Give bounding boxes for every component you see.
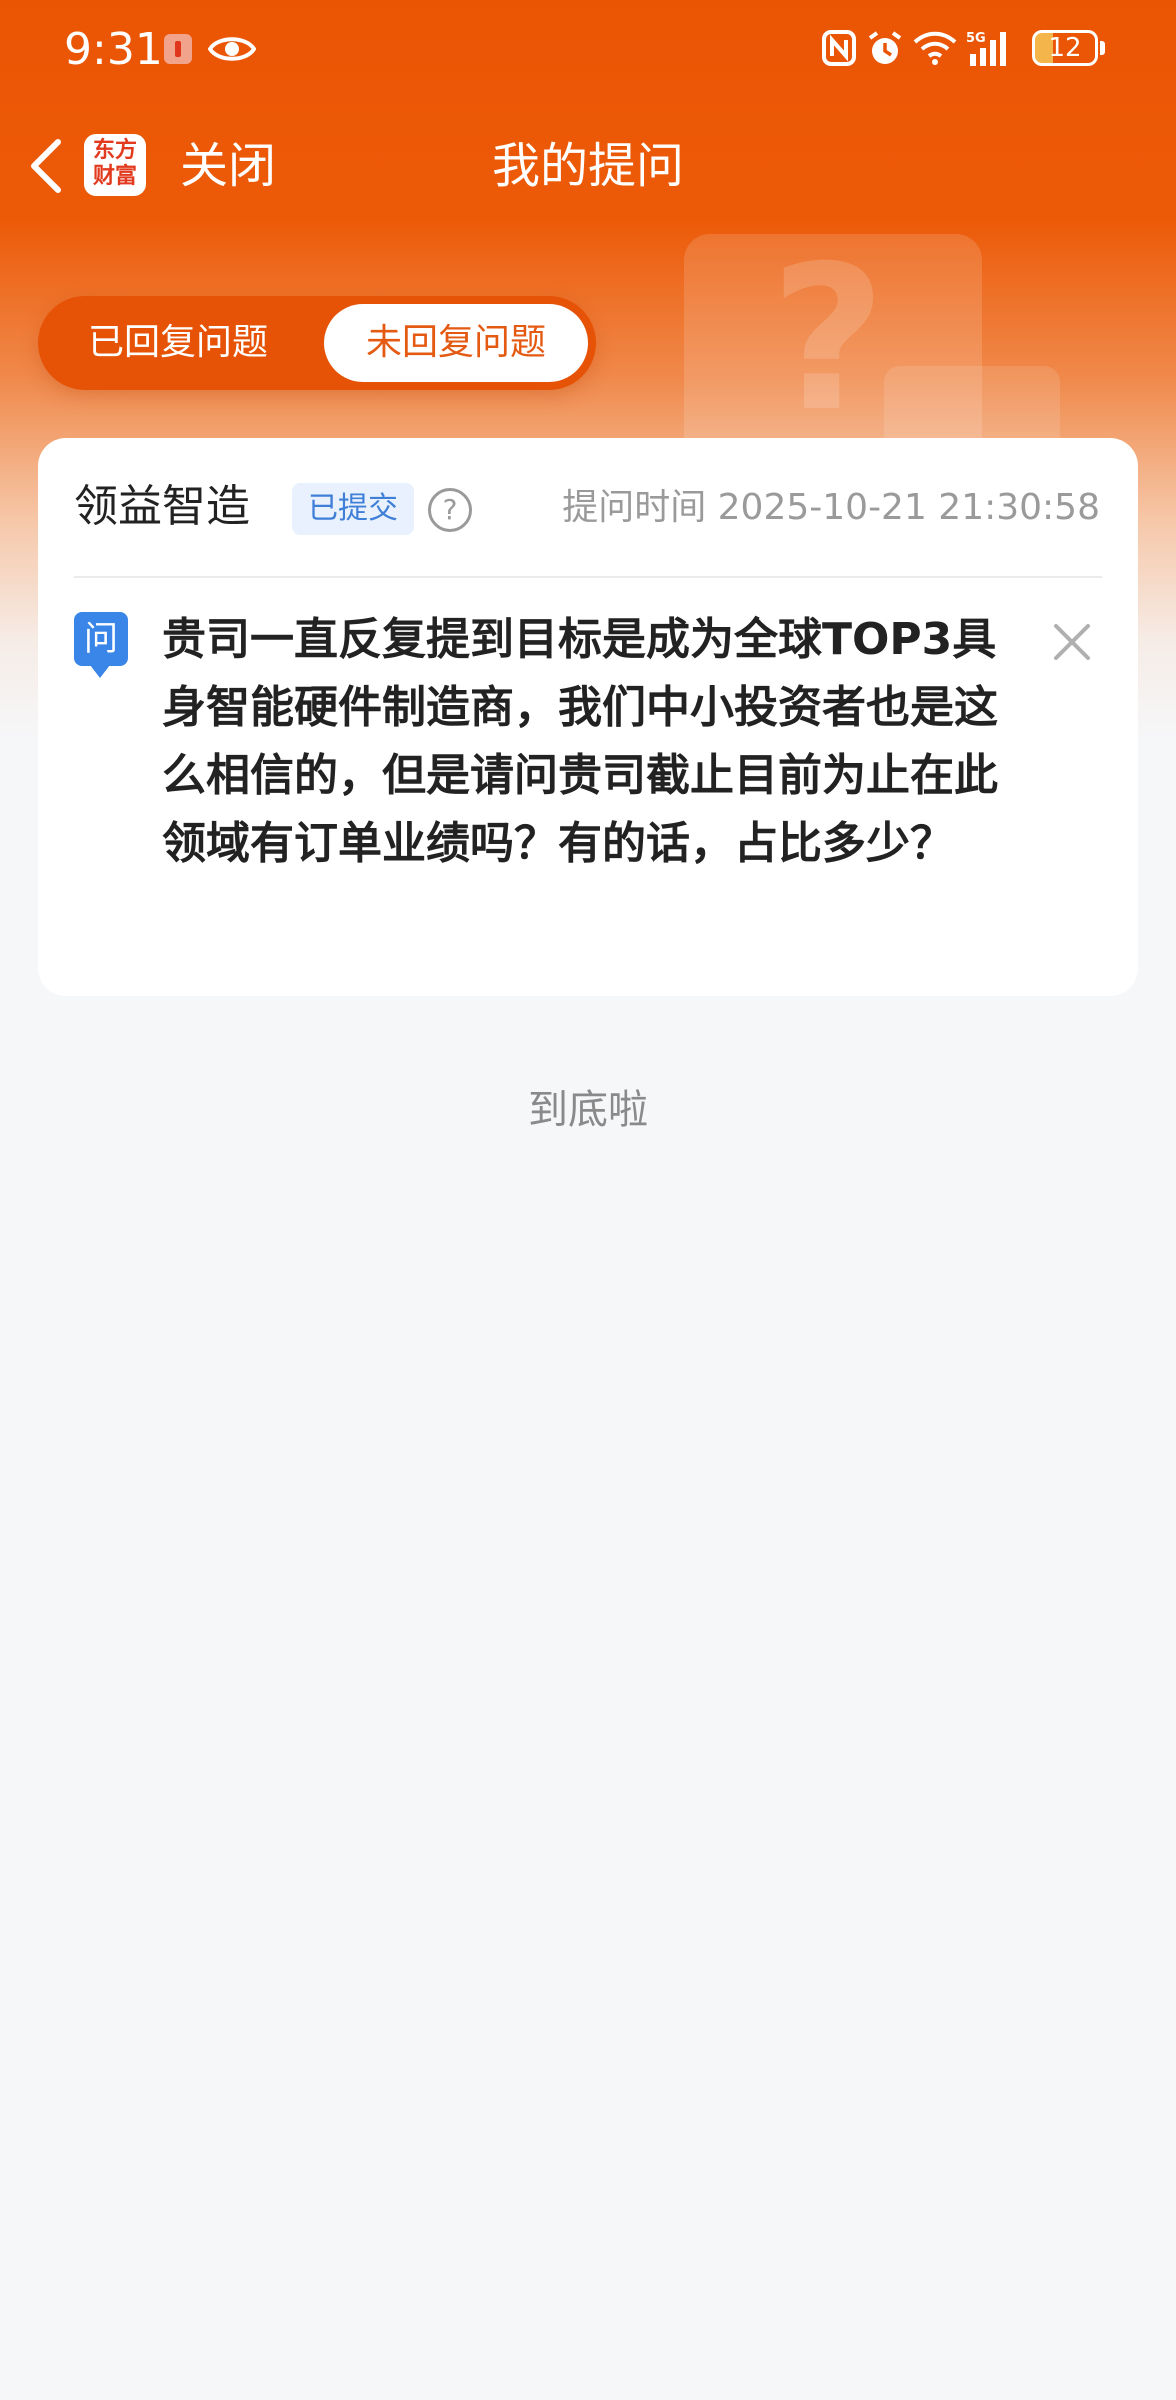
question-text: 贵司一直反复提到目标是成为全球TOP3具身智能硬件制造商，我们中小投资者也是这么… <box>162 614 998 869</box>
end-of-list-text: 到底啦 <box>528 1087 648 1133</box>
alarm-icon <box>868 31 902 64</box>
app-logo: 东方 财富 <box>84 134 146 196</box>
battery-level: 12 <box>1048 33 1082 63</box>
status-time: 9:31 <box>64 24 163 75</box>
company-name: 领益智造 <box>74 481 250 532</box>
divider <box>74 576 1102 578</box>
question-badge-icon: 问 <box>74 612 128 678</box>
close-button[interactable]: 关闭 <box>180 134 276 198</box>
status-bar: 9:31 5G 12 <box>0 0 1176 100</box>
status-badge: 已提交 <box>292 483 414 535</box>
close-icon[interactable] <box>1048 618 1096 666</box>
tab-replied-questions[interactable]: 已回复问题 <box>38 296 318 390</box>
question-card: 领益智造 已提交 ? 提问时间 2025-10-21 21:30:58 问 贵司… <box>38 438 1138 996</box>
tab-unreplied-questions[interactable]: 未回复问题 <box>324 304 588 382</box>
svg-text:5G: 5G <box>966 31 986 46</box>
eye-icon <box>208 37 256 61</box>
logo-line-2: 财富 <box>92 164 137 189</box>
logo-line-1: 东方 <box>92 138 137 163</box>
question-mark-decoration: ? <box>770 223 887 456</box>
wifi-icon <box>913 31 957 65</box>
nfc-icon <box>822 30 856 66</box>
tab-switcher: 已回复问题 未回复问题 <box>38 296 596 390</box>
signal-5g-icon: 5G <box>966 31 1006 66</box>
back-arrow-icon[interactable] <box>24 134 68 198</box>
help-icon[interactable]: ? <box>428 488 472 532</box>
ask-time: 提问时间 2025-10-21 21:30:58 <box>562 487 1100 528</box>
battery-icon: 12 <box>1032 30 1098 66</box>
battery-saver-icon <box>164 34 192 64</box>
battery-nub <box>1100 41 1105 55</box>
